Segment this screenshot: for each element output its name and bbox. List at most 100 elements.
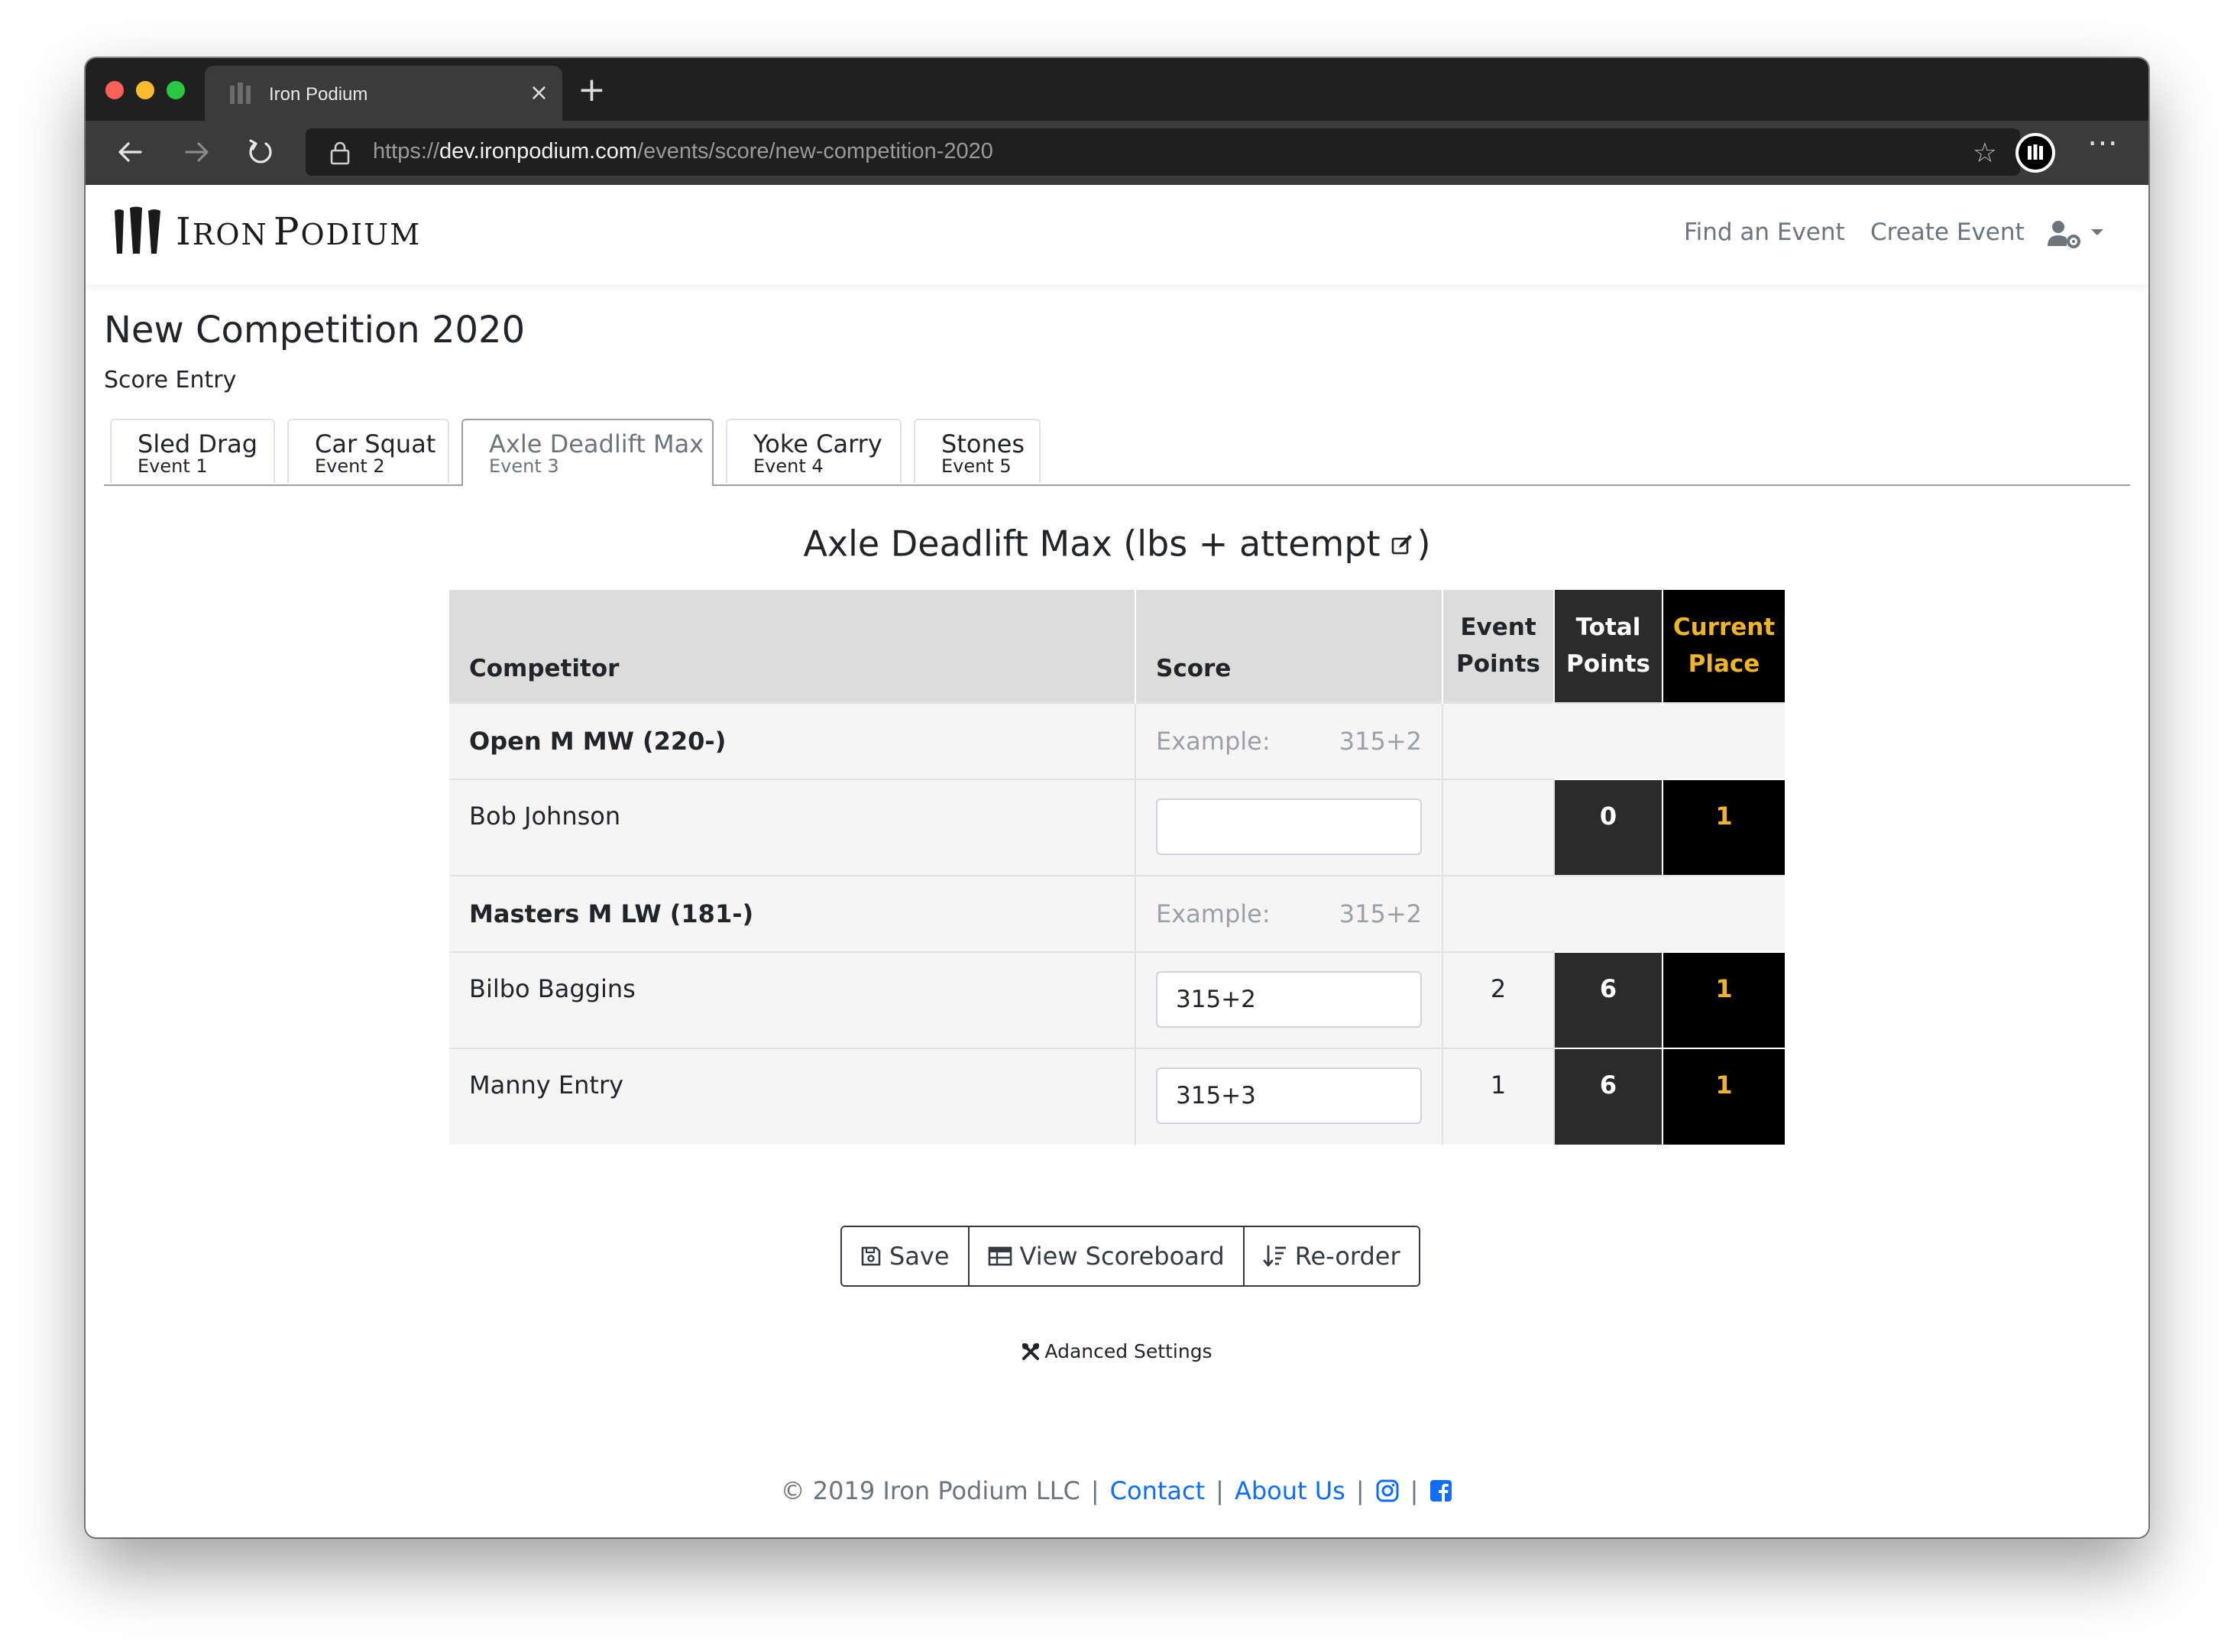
col-competitor: Competitor — [449, 590, 1136, 703]
table-icon — [988, 1246, 1012, 1266]
sort-icon — [1263, 1245, 1286, 1267]
score-input[interactable] — [1156, 798, 1422, 855]
current-place: 1 — [1663, 951, 1785, 1048]
score-input[interactable] — [1156, 1067, 1422, 1124]
about-us-link[interactable]: About Us — [1235, 1476, 1345, 1505]
more-menu-icon[interactable]: ⋯ — [2087, 125, 2119, 160]
table-row: Bilbo Baggins 2 6 1 — [449, 951, 1785, 1048]
tab-event-name: Sled Drag — [138, 429, 258, 458]
copyright-text: © 2019 Iron Podium LLC — [780, 1476, 1080, 1505]
favorite-star-icon[interactable]: ☆ — [1973, 138, 1997, 169]
caret-down-icon — [2091, 229, 2104, 235]
col-event-points: Event Points — [1442, 590, 1555, 703]
ironpodium-favicon-icon — [230, 83, 251, 104]
browser-toolbar: https://dev.ironpodium.com/events/score/… — [86, 121, 2148, 186]
event-heading-text: Axle Deadlift Max (lbs + attempt — [803, 523, 1381, 565]
brand-name: IRON PODIUM — [176, 209, 422, 254]
division-name: Masters M LW (181-) — [449, 875, 1136, 952]
score-cell — [1135, 951, 1443, 1048]
page-subtitle: Score Entry — [104, 367, 237, 394]
event-points — [1442, 779, 1555, 876]
tab-event-name: Axle Deadlift Max — [489, 429, 704, 458]
event-points: 1 — [1442, 1048, 1555, 1145]
browser-window: Iron Podium × + https://dev.ironpodium.c… — [86, 58, 2148, 1537]
tab-event-number: Event 3 — [489, 455, 559, 477]
tab-event-name: Car Squat — [315, 429, 436, 458]
lock-icon — [330, 141, 350, 165]
total-points: 6 — [1554, 951, 1663, 1048]
score-cell — [1135, 779, 1443, 876]
total-points: 6 — [1554, 1048, 1663, 1145]
event-tabs: Sled Drag Event 1 Car Squat Event 2 Axle… — [104, 419, 2130, 486]
close-window-button[interactable] — [105, 81, 124, 99]
browser-tab[interactable]: Iron Podium × — [205, 66, 562, 121]
close-tab-icon[interactable]: × — [529, 79, 549, 107]
tab-event-number: Event 4 — [753, 455, 824, 477]
tab-event-name: Stones — [941, 429, 1025, 458]
iron-podium-logo-icon — [115, 206, 160, 254]
division-name: Open M MW (220-) — [449, 702, 1136, 779]
score-input[interactable] — [1156, 971, 1422, 1028]
score-example: Example: 315+2 — [1135, 875, 1443, 952]
nav-create-event[interactable]: Create Event — [1870, 219, 2025, 246]
footer-separator: | — [1216, 1476, 1224, 1505]
reload-icon[interactable] — [243, 134, 278, 170]
url-text: https://dev.ironpodium.com/events/score/… — [373, 139, 993, 164]
floppy-disk-icon — [861, 1246, 881, 1266]
browser-tab-title: Iron Podium — [269, 84, 368, 105]
new-tab-icon[interactable]: + — [578, 73, 606, 107]
event-heading: Axle Deadlift Max (lbs + attempt ) — [86, 523, 2148, 570]
col-current-place: Current Place — [1663, 590, 1785, 703]
page-content: IRON PODIUM Find an Event Create Event N… — [86, 185, 2148, 1537]
back-arrow-icon[interactable] — [113, 134, 148, 170]
address-bar[interactable]: https://dev.ironpodium.com/events/score/… — [306, 128, 2020, 176]
minimize-window-button[interactable] — [136, 81, 154, 99]
current-place: 1 — [1663, 1048, 1785, 1145]
total-points: 0 — [1554, 779, 1663, 876]
user-settings-dropdown[interactable] — [2048, 219, 2105, 252]
edit-icon[interactable] — [1391, 523, 1413, 564]
tab-event-3[interactable]: Axle Deadlift Max Event 3 — [461, 419, 714, 486]
tab-event-number: Event 2 — [315, 455, 385, 477]
event-heading-close: ) — [1416, 523, 1431, 565]
site-navbar: IRON PODIUM Find an Event Create Event — [86, 185, 2148, 284]
competitor-name: Bob Johnson — [449, 779, 1136, 876]
score-cell — [1135, 1048, 1443, 1145]
advanced-settings-link[interactable]: Adanced Settings — [86, 1340, 2148, 1362]
page-title: New Competition 2020 — [104, 309, 526, 351]
facebook-icon[interactable] — [1429, 1476, 1453, 1505]
user-cog-icon — [2048, 221, 2080, 248]
footer-separator: | — [1090, 1476, 1099, 1505]
tab-event-4[interactable]: Yoke Carry Event 4 — [726, 419, 902, 483]
save-label: Save — [889, 1242, 950, 1271]
score-example: Example: 315+2 — [1135, 702, 1443, 779]
reorder-label: Re-order — [1294, 1242, 1400, 1271]
tab-event-number: Event 1 — [138, 455, 208, 477]
tab-event-2[interactable]: Car Squat Event 2 — [287, 419, 449, 483]
view-scoreboard-label: View Scoreboard — [1019, 1242, 1225, 1271]
profile-avatar-icon[interactable] — [2015, 133, 2055, 173]
tab-event-number: Event 5 — [941, 455, 1012, 477]
col-score: Score — [1135, 590, 1443, 703]
nav-find-event[interactable]: Find an Event — [1684, 219, 1845, 246]
instagram-icon[interactable] — [1375, 1476, 1400, 1505]
reorder-button[interactable]: Re-order — [1244, 1227, 1419, 1285]
forward-arrow-icon[interactable] — [179, 134, 214, 170]
view-scoreboard-button[interactable]: View Scoreboard — [969, 1227, 1245, 1285]
site-footer: © 2019 Iron Podium LLC | Contact | About Us |… — [86, 1476, 2148, 1505]
save-button[interactable]: Save — [842, 1227, 970, 1285]
tab-event-5[interactable]: Stones Event 5 — [914, 419, 1041, 483]
competitor-name: Manny Entry — [449, 1048, 1136, 1145]
current-place: 1 — [1663, 779, 1785, 876]
advanced-settings-label: Adanced Settings — [1044, 1340, 1213, 1362]
table-row: Manny Entry 1 6 1 — [449, 1048, 1785, 1145]
table-row: Bob Johnson 0 1 — [449, 779, 1785, 876]
division-row: Masters M LW (181-) Example: 315+2 — [449, 875, 1785, 952]
maximize-window-button[interactable] — [167, 81, 185, 99]
table-header-row: Competitor Score Event Points Total Points… — [449, 590, 1785, 703]
tab-event-name: Yoke Carry — [753, 429, 882, 458]
footer-separator: | — [1410, 1476, 1419, 1505]
contact-link[interactable]: Contact — [1110, 1476, 1206, 1505]
tab-event-1[interactable]: Sled Drag Event 1 — [110, 419, 275, 483]
tools-icon — [1022, 1343, 1040, 1360]
